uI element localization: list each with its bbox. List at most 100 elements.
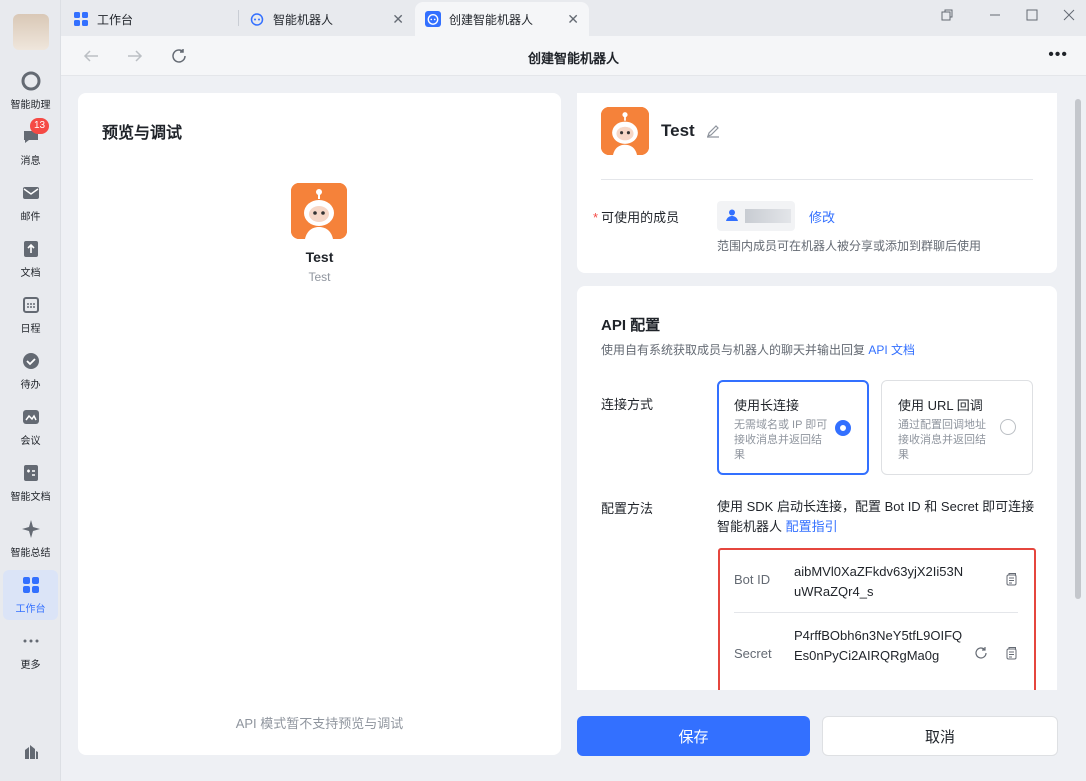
- user-icon: [725, 208, 739, 225]
- bot-icon: [249, 11, 265, 27]
- api-subtitle: 使用自有系统获取成员与机器人的聊天并输出回复 API 文档: [601, 343, 916, 357]
- more-menu-icon[interactable]: •••: [1048, 46, 1068, 64]
- tab-label: 创建智能机器人: [449, 12, 534, 27]
- secret-value: P4rffBObh6n3NeY5tfL9OIFQEs0nPyCi2AIRQRgM…: [794, 628, 963, 663]
- left-rail: 智能助理 13 消息 邮件 文档 日程 待办 会议 智能文档 智能总结 工作台 …: [0, 0, 61, 781]
- option-desc: 无需域名或 IP 即可接收消息并返回结果: [734, 419, 828, 461]
- pencil-icon[interactable]: [705, 123, 721, 139]
- modify-members-link[interactable]: 修改: [809, 207, 835, 226]
- rail-label: 日程: [20, 324, 41, 335]
- member-name-redacted: [745, 209, 791, 223]
- preview-title: 预览与调试: [102, 125, 183, 142]
- secret-label: Secret: [734, 646, 772, 661]
- divider: [601, 179, 1033, 180]
- app-logo-icon: [20, 740, 42, 762]
- member-chip[interactable]: [717, 201, 795, 231]
- rail-label: 消息: [20, 156, 41, 167]
- rail-item-smart-docs[interactable]: 智能文档: [3, 458, 58, 508]
- rail-label: 待办: [20, 380, 41, 391]
- tab-bots[interactable]: 智能机器人 ✕: [239, 2, 414, 36]
- rail-label: 智能助理: [10, 100, 51, 111]
- meeting-icon: [20, 406, 42, 428]
- option-desc: 通过配置回调地址接收消息并返回结果: [898, 419, 986, 461]
- preview-bot-name: Test: [305, 249, 334, 265]
- smart-doc-icon: [20, 462, 42, 484]
- members-label: * 可使用的成员: [593, 210, 680, 225]
- rail-item-calendar[interactable]: 日程: [3, 290, 58, 340]
- rail-item-todo[interactable]: 待办: [3, 346, 58, 396]
- option-url-callback[interactable]: 使用 URL 回调 通过配置回调地址接收消息并返回结果: [881, 380, 1033, 475]
- tab-bar: 工作台 智能机器人 ✕ 创建智能机器人 ✕: [61, 0, 1086, 36]
- calendar-icon: [20, 294, 42, 316]
- rail-label: 工作台: [15, 604, 46, 615]
- main-content: 预览与调试 Test Test API 模式暂不支持预览与调试 Test * 可使…: [61, 77, 1086, 781]
- cancel-button[interactable]: 取消: [822, 716, 1058, 756]
- secret-row: Secret P4rffBObh6n3NeY5tfL9OIFQEs0nPyCi2…: [734, 626, 1020, 690]
- grid-icon: [73, 11, 89, 27]
- rail-label: 智能文档: [10, 492, 51, 503]
- close-icon[interactable]: ✕: [392, 11, 404, 28]
- settings-panel[interactable]: Test * 可使用的成员 修改 范围内成员可在机器人被分享或添加到群聊后使用 A…: [577, 93, 1057, 690]
- preview-note: API 模式暂不支持预览与调试: [235, 716, 404, 731]
- maximize-icon[interactable]: [1019, 4, 1045, 26]
- sparkle-icon: [20, 518, 42, 540]
- tab-label: 智能机器人: [273, 12, 334, 27]
- page-title: 创建智能机器人: [527, 51, 619, 66]
- save-button[interactable]: 保存: [577, 716, 810, 756]
- rail-item-workbench[interactable]: 工作台: [3, 570, 58, 620]
- rail-item-meetings[interactable]: 会议: [3, 402, 58, 452]
- rail-item-bottom[interactable]: [3, 736, 58, 772]
- bot-avatar[interactable]: [601, 107, 649, 155]
- preview-panel: 预览与调试 Test Test API 模式暂不支持预览与调试: [78, 93, 561, 755]
- members-hint: 范围内成员可在机器人被分享或添加到群聊后使用: [717, 239, 982, 253]
- copy-icon[interactable]: [1002, 644, 1020, 662]
- rail-label: 更多: [20, 660, 41, 671]
- rail-item-mail[interactable]: 邮件: [3, 178, 58, 228]
- rail-item-messages[interactable]: 13 消息: [3, 118, 58, 172]
- user-avatar[interactable]: [13, 14, 49, 50]
- rail-item-assistant[interactable]: 智能助理: [3, 66, 58, 116]
- nav-bar: 创建智能机器人 •••: [61, 36, 1086, 76]
- api-doc-link[interactable]: API 文档: [868, 343, 915, 357]
- tab-label: 工作台: [97, 12, 134, 27]
- bot-avatar: [291, 183, 347, 239]
- assistant-icon: [20, 70, 42, 92]
- api-title: API 配置: [601, 317, 661, 334]
- unread-badge: 13: [30, 118, 50, 134]
- tab-workbench[interactable]: 工作台: [63, 2, 238, 36]
- api-config-card: API 配置 使用自有系统获取成员与机器人的聊天并输出回复 API 文档 连接方…: [577, 286, 1057, 690]
- tab-create-bot[interactable]: 创建智能机器人 ✕: [415, 2, 589, 36]
- option-long-connection[interactable]: 使用长连接 无需域名或 IP 即可接收消息并返回结果: [717, 380, 869, 475]
- divider: [734, 612, 1018, 613]
- minimize-icon[interactable]: [982, 4, 1008, 26]
- rail-item-docs[interactable]: 文档: [3, 234, 58, 284]
- pop-out-icon[interactable]: [934, 4, 960, 26]
- bot-id-value: aibMVl0XaZFkdv63yjX2Ii53NuWRaZQr4_s: [794, 564, 964, 599]
- bot-icon: [425, 11, 441, 27]
- more-dots-icon: [20, 630, 42, 652]
- grid-icon: [20, 574, 42, 596]
- copy-icon[interactable]: [1002, 570, 1020, 588]
- credentials-box: Bot ID aibMVl0XaZFkdv63yjX2Ii53NuWRaZQr4…: [718, 548, 1036, 690]
- bot-info-card: Test * 可使用的成员 修改 范围内成员可在机器人被分享或添加到群聊后使用: [577, 93, 1057, 273]
- mail-icon: [20, 182, 42, 204]
- config-guide-link[interactable]: 配置指引: [786, 519, 838, 534]
- preview-bot-desc: Test: [308, 270, 331, 284]
- rail-label: 智能总结: [10, 548, 51, 559]
- rail-label: 邮件: [20, 212, 41, 223]
- method-label: 配置方法: [601, 501, 654, 516]
- option-title: 使用 URL 回调: [898, 398, 983, 413]
- scrollbar[interactable]: [1075, 99, 1081, 599]
- radio-unselected[interactable]: [1000, 419, 1016, 435]
- window-close-icon[interactable]: [1056, 4, 1082, 26]
- method-text: 使用 SDK 启动长连接，配置 Bot ID 和 Secret 即可连接智能机器…: [717, 499, 1035, 534]
- bot-id-label: Bot ID: [734, 572, 771, 587]
- refresh-icon[interactable]: [972, 644, 990, 662]
- check-circle-icon: [20, 350, 42, 372]
- bot-id-row: Bot ID aibMVl0XaZFkdv63yjX2Ii53NuWRaZQr4…: [734, 562, 1020, 606]
- radio-selected[interactable]: [835, 420, 851, 436]
- close-icon[interactable]: ✕: [567, 11, 579, 28]
- doc-icon: [20, 238, 42, 260]
- rail-item-summary[interactable]: 智能总结: [3, 514, 58, 564]
- rail-item-more[interactable]: 更多: [3, 626, 58, 676]
